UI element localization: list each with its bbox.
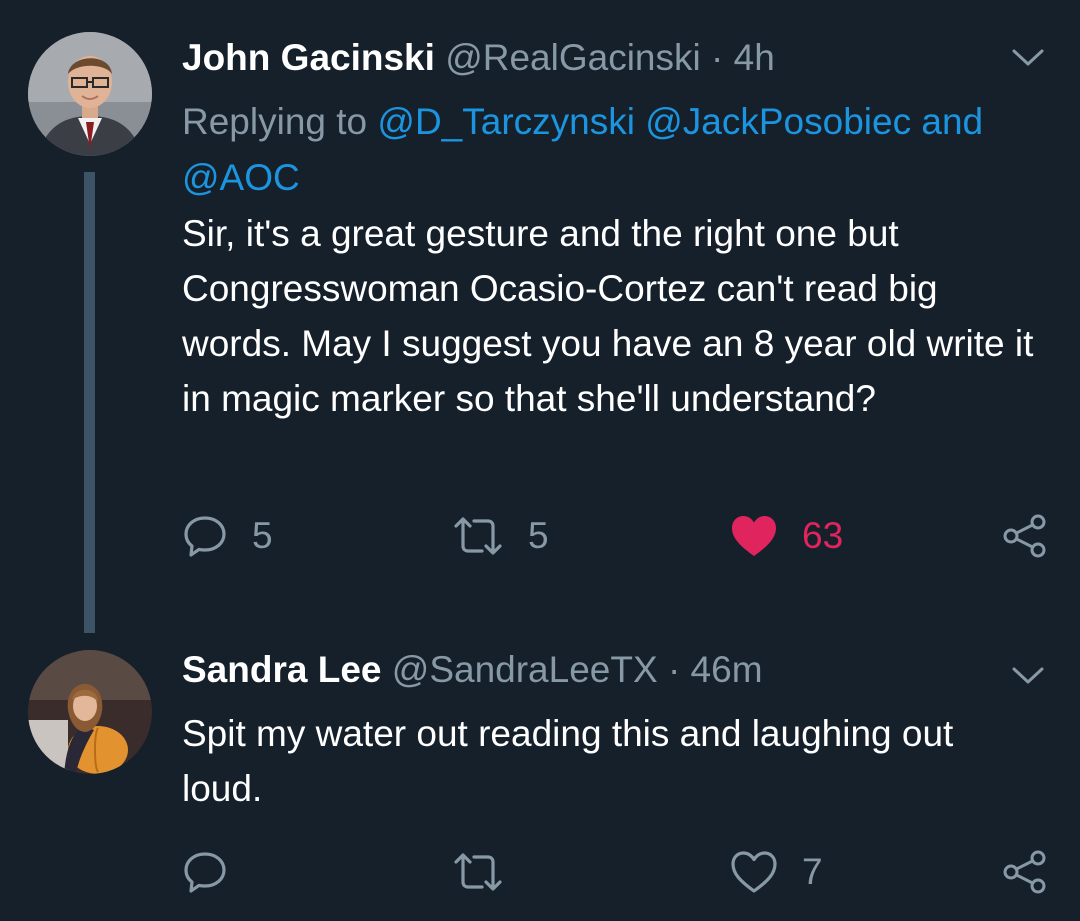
share-icon bbox=[1003, 514, 1046, 558]
reply-count: 5 bbox=[252, 515, 273, 556]
retweet-button[interactable] bbox=[452, 844, 528, 900]
reply-icon bbox=[184, 852, 226, 893]
chevron-down-icon[interactable] bbox=[1010, 664, 1046, 688]
author-name[interactable]: John Gacinski bbox=[182, 37, 435, 78]
mention-link[interactable]: @D_Tarczynski bbox=[377, 101, 635, 142]
author-handle[interactable]: @SandraLeeTX bbox=[392, 649, 658, 690]
like-button[interactable]: 7 bbox=[730, 844, 823, 900]
tweet[interactable]: Sandra Lee @SandraLeeTX · 46m Spit my wa… bbox=[0, 640, 1080, 921]
share-icon bbox=[1003, 850, 1046, 894]
retweet-icon bbox=[454, 853, 502, 891]
thread-connector-line bbox=[84, 172, 95, 633]
reply-button[interactable] bbox=[182, 844, 252, 900]
tweet-actions: 7 bbox=[182, 844, 1062, 900]
heart-filled-icon bbox=[732, 516, 776, 556]
chevron-down-icon[interactable] bbox=[1010, 46, 1046, 70]
tweet[interactable]: John Gacinski @RealGacinski · 4h Replyin… bbox=[0, 0, 1080, 640]
tweet-header: John Gacinski @RealGacinski · 4h bbox=[182, 36, 1000, 80]
author-handle[interactable]: @RealGacinski bbox=[445, 37, 701, 78]
replying-prefix: Replying to bbox=[182, 101, 368, 142]
mention-link[interactable]: @AOC bbox=[182, 157, 300, 198]
tweet-actions: 5 5 63 bbox=[182, 508, 1062, 564]
replying-conjunction: and bbox=[921, 101, 984, 142]
like-button[interactable]: 63 bbox=[730, 508, 843, 564]
retweet-button[interactable]: 5 bbox=[452, 508, 549, 564]
retweet-icon bbox=[454, 517, 502, 555]
tweet-header: Sandra Lee @SandraLeeTX · 46m bbox=[182, 648, 1000, 692]
mention-link[interactable]: @JackPosobiec bbox=[645, 101, 911, 142]
retweet-count: 5 bbox=[528, 515, 549, 556]
author-name[interactable]: Sandra Lee bbox=[182, 649, 381, 690]
heart-outline-icon bbox=[731, 851, 777, 893]
reply-button[interactable]: 5 bbox=[182, 508, 273, 564]
tweet-text: Spit my water out reading this and laugh… bbox=[182, 713, 954, 809]
profile-photo bbox=[28, 650, 152, 774]
avatar[interactable] bbox=[28, 650, 152, 774]
share-button[interactable] bbox=[1002, 844, 1048, 900]
like-count: 63 bbox=[802, 515, 844, 556]
avatar[interactable] bbox=[28, 32, 152, 156]
timestamp[interactable]: 46m bbox=[691, 649, 763, 690]
like-count: 7 bbox=[802, 851, 823, 892]
replying-to: Replying to @D_Tarczynski @JackPosobiec … bbox=[182, 94, 1032, 206]
separator-dot: · bbox=[711, 37, 724, 78]
separator-dot: · bbox=[667, 649, 681, 690]
profile-photo bbox=[28, 32, 152, 156]
reply-icon bbox=[184, 516, 226, 557]
tweet-text: Sir, it's a great gesture and the right … bbox=[182, 213, 1034, 419]
share-button[interactable] bbox=[1002, 508, 1048, 564]
timestamp[interactable]: 4h bbox=[734, 37, 775, 78]
